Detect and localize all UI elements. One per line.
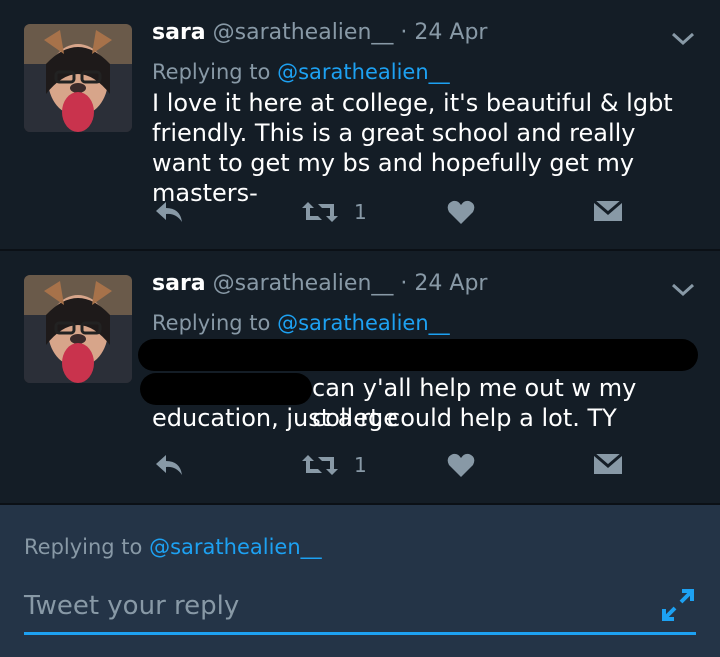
retweet-icon[interactable] [300, 451, 340, 479]
tweet[interactable]: sara @sarathealien__ · 24 Apr Replying t… [0, 251, 720, 503]
direct-message-icon[interactable] [592, 198, 624, 224]
tweet-date[interactable]: 24 Apr [414, 20, 487, 45]
composer-replying-to: Replying to @sarathealien__ [24, 535, 322, 559]
user-handle[interactable]: @sarathealien__ [213, 271, 394, 296]
expand-icon[interactable] [660, 587, 696, 623]
retweet-count: 1 [354, 200, 367, 224]
replying-prefix: Replying to [152, 60, 271, 84]
display-name[interactable]: sara [152, 271, 206, 296]
reply-mention-link[interactable]: @sarathealien__ [149, 535, 322, 559]
tweet[interactable]: sara @sarathealien__ · 24 Apr Replying t… [0, 0, 720, 249]
retweet-count: 1 [354, 453, 367, 477]
tweet-text-line2: education, just a rt could help a lot. T… [152, 404, 617, 432]
user-handle[interactable]: @sarathealien__ [213, 20, 394, 45]
retweet-icon[interactable] [300, 198, 340, 226]
tweet-text: I love it here at college, it's beautifu… [152, 89, 673, 207]
reply-mention-link[interactable]: @sarathealien__ [277, 60, 450, 84]
replying-prefix: Replying to [24, 535, 143, 559]
avatar[interactable] [24, 24, 132, 132]
reply-mention-link[interactable]: @sarathealien__ [277, 311, 450, 335]
replying-to: Replying to @sarathealien__ [152, 60, 450, 84]
reply-icon[interactable] [154, 198, 186, 226]
chevron-down-icon[interactable] [668, 279, 698, 301]
separator: · [400, 20, 408, 45]
redaction-mark [138, 339, 698, 371]
display-name[interactable]: sara [152, 20, 206, 45]
reply-composer: Replying to @sarathealien__ Tweet your r… [0, 505, 720, 657]
redaction-mark [140, 373, 312, 405]
reply-input[interactable]: Tweet your reply [24, 591, 239, 621]
separator: · [400, 271, 408, 296]
tweet-date[interactable]: 24 Apr [414, 271, 487, 296]
tweet-header: sara @sarathealien__ · 24 Apr [152, 271, 487, 296]
reply-icon[interactable] [154, 451, 186, 479]
tweet-header: sara @sarathealien__ · 24 Apr [152, 20, 487, 45]
input-underline [24, 632, 696, 635]
direct-message-icon[interactable] [592, 451, 624, 477]
tweet-actions: 1 [150, 451, 630, 483]
like-icon[interactable] [446, 451, 476, 479]
like-icon[interactable] [446, 198, 476, 226]
chevron-down-icon[interactable] [668, 28, 698, 50]
replying-prefix: Replying to [152, 311, 271, 335]
avatar[interactable] [24, 275, 132, 383]
tweet-actions: 1 [150, 198, 630, 230]
replying-to: Replying to @sarathealien__ [152, 311, 450, 335]
